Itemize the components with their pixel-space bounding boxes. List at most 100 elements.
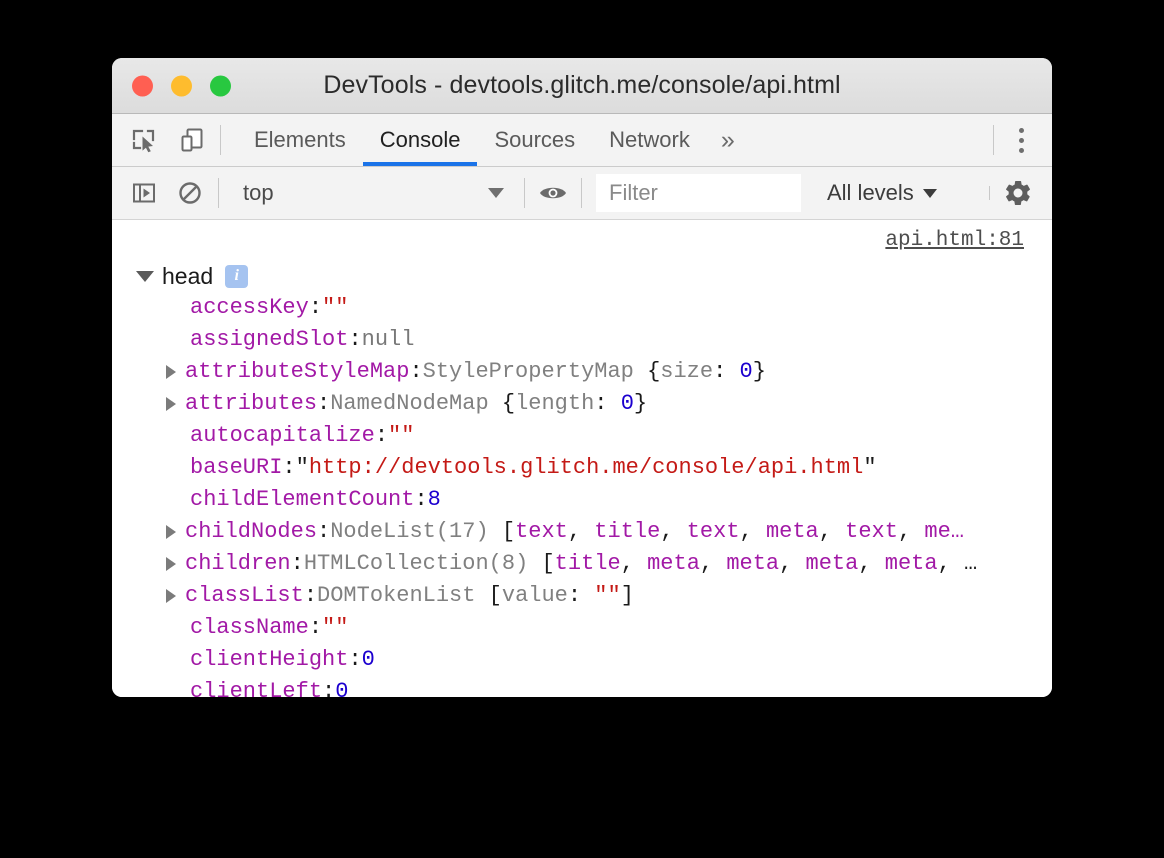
- tab-elements[interactable]: Elements: [237, 114, 363, 166]
- value-token: "": [388, 423, 414, 448]
- tabbar-left-icons: [112, 114, 210, 166]
- property-row[interactable]: attributeStyleMap: StylePropertyMap {siz…: [112, 356, 1052, 388]
- property-value: NamedNodeMap {length: 0}: [330, 388, 647, 420]
- property-value: "http://devtools.glitch.me/console/api.h…: [296, 452, 877, 484]
- property-name: clientLeft: [190, 676, 322, 697]
- clear-console-icon: [177, 180, 203, 206]
- info-badge[interactable]: i: [225, 265, 248, 288]
- value-token: [: [489, 583, 502, 608]
- kebab-menu-icon-dot: [1019, 138, 1024, 143]
- main-menu-button[interactable]: [1004, 122, 1038, 158]
- console-toolbar: top Filter All levels: [112, 167, 1052, 220]
- device-toolbar-button[interactable]: [174, 122, 210, 158]
- clear-console-button[interactable]: [172, 175, 208, 211]
- value-token: {: [502, 391, 515, 416]
- tab-console[interactable]: Console: [363, 114, 478, 166]
- value-token: ": [863, 455, 876, 480]
- value-token: text: [687, 519, 740, 544]
- more-tabs-button[interactable]: »: [707, 114, 749, 166]
- value-token: :: [713, 359, 739, 384]
- property-value: HTMLCollection(8) [title, meta, meta, me…: [304, 548, 977, 580]
- value-token: meta: [647, 551, 700, 576]
- value-token: ,: [858, 551, 884, 576]
- log-level-label: All levels: [827, 180, 914, 206]
- console-sidebar-toggle[interactable]: [126, 175, 162, 211]
- value-token: 8: [428, 487, 441, 512]
- property-row[interactable]: childElementCount: 8: [112, 484, 1052, 516]
- live-expression-button[interactable]: [535, 175, 571, 211]
- triangle-right-icon[interactable]: [166, 365, 176, 379]
- source-location-link[interactable]: api.html:81: [885, 229, 1024, 252]
- property-value: StylePropertyMap {size: 0}: [423, 356, 766, 388]
- property-row[interactable]: clientHeight: 0: [112, 644, 1052, 676]
- value-token: [: [541, 551, 554, 576]
- inspect-element-button[interactable]: [126, 122, 162, 158]
- property-value: "": [322, 292, 348, 324]
- property-name: attributes: [185, 388, 317, 420]
- device-toolbar-icon: [179, 127, 205, 153]
- property-row[interactable]: className: "": [112, 612, 1052, 644]
- value-token: , …: [938, 551, 978, 576]
- triangle-right-icon[interactable]: [166, 397, 176, 411]
- property-row[interactable]: children: HTMLCollection(8) [title, meta…: [112, 548, 1052, 580]
- property-name: accessKey: [190, 292, 309, 324]
- tab-network[interactable]: Network: [592, 114, 707, 166]
- kebab-menu-icon-dot: [1019, 148, 1024, 153]
- console-settings-button[interactable]: [1000, 175, 1036, 211]
- tab-sources[interactable]: Sources: [477, 114, 592, 166]
- property-row[interactable]: accessKey: "": [112, 292, 1052, 324]
- devtools-window: DevTools - devtools.glitch.me/console/ap…: [112, 58, 1052, 697]
- traffic-lights: [132, 75, 231, 96]
- property-name: className: [190, 612, 309, 644]
- property-row[interactable]: childNodes: NodeList(17) [text, title, t…: [112, 516, 1052, 548]
- property-row[interactable]: assignedSlot: null: [112, 324, 1052, 356]
- property-row[interactable]: attributes: NamedNodeMap {length: 0}: [112, 388, 1052, 420]
- object-root-row[interactable]: headi: [112, 260, 1052, 292]
- property-row[interactable]: baseURI: "http://devtools.glitch.me/cons…: [112, 452, 1052, 484]
- value-token: "": [322, 615, 348, 640]
- property-row[interactable]: autocapitalize: "": [112, 420, 1052, 452]
- property-name: attributeStyleMap: [185, 356, 409, 388]
- property-colon: :: [317, 516, 330, 548]
- console-sidebar-icon: [131, 180, 157, 206]
- console-toolbar-right: [979, 175, 1052, 211]
- property-name: clientHeight: [190, 644, 348, 676]
- property-value: NodeList(17) [text, title, text, meta, t…: [330, 516, 964, 548]
- property-row[interactable]: classList: DOMTokenList [value: ""]: [112, 580, 1052, 612]
- property-name: autocapitalize: [190, 420, 375, 452]
- close-window-button[interactable]: [132, 75, 153, 96]
- value-token: [: [502, 519, 515, 544]
- value-token: text: [845, 519, 898, 544]
- triangle-right-icon[interactable]: [166, 557, 176, 571]
- triangle-right-icon[interactable]: [166, 525, 176, 539]
- property-value: 0: [335, 676, 348, 697]
- zoom-window-button[interactable]: [210, 75, 231, 96]
- property-colon: :: [348, 324, 361, 356]
- inspect-element-icon: [131, 127, 157, 153]
- property-row[interactable]: clientLeft: 0: [112, 676, 1052, 697]
- property-colon: :: [375, 420, 388, 452]
- console-output: api.html:81 headiaccessKey: ""assignedSl…: [112, 220, 1052, 697]
- value-token: StylePropertyMap: [423, 359, 647, 384]
- execution-context-selector[interactable]: top: [229, 175, 514, 211]
- value-token: DOMTokenList: [317, 583, 489, 608]
- filter-input[interactable]: Filter: [596, 174, 801, 212]
- property-value: 8: [428, 484, 441, 516]
- tab-network-label: Network: [609, 127, 690, 153]
- console-toolbar-divider-3: [581, 178, 582, 208]
- window-title: DevTools - devtools.glitch.me/console/ap…: [112, 71, 1052, 100]
- triangle-down-icon[interactable]: [136, 271, 154, 282]
- chevron-down-icon: [488, 188, 504, 198]
- value-token: ,: [898, 519, 924, 544]
- kebab-menu-icon-dot: [1019, 128, 1024, 133]
- triangle-right-icon[interactable]: [166, 589, 176, 603]
- value-token: meta: [885, 551, 938, 576]
- property-name: baseURI: [190, 452, 282, 484]
- log-level-selector[interactable]: All levels: [827, 180, 937, 206]
- tab-elements-label: Elements: [254, 127, 346, 153]
- value-token: text: [515, 519, 568, 544]
- value-token: }: [753, 359, 766, 384]
- property-name: childNodes: [185, 516, 317, 548]
- minimize-window-button[interactable]: [171, 75, 192, 96]
- execution-context-label: top: [243, 180, 274, 206]
